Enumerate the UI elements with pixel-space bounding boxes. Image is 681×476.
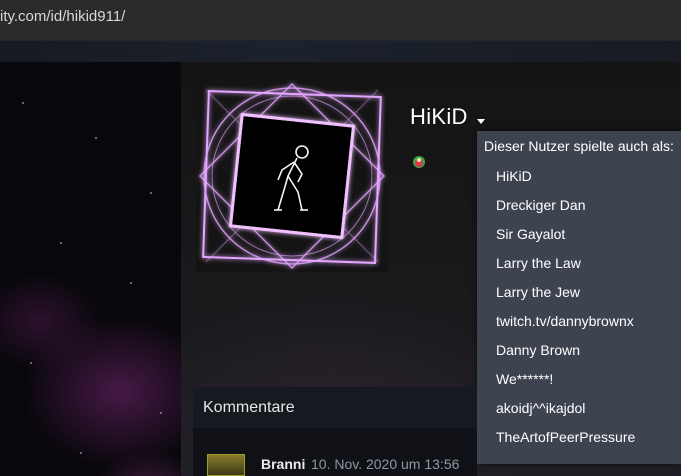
site-nav-strip: [0, 40, 681, 63]
comment-author-avatar[interactable]: [207, 454, 245, 476]
alias-item: Danny Brown: [496, 342, 581, 358]
alias-item: Larry the Jew: [496, 284, 581, 300]
alias-item: Larry the Law: [496, 255, 581, 271]
profile-background-left: [0, 62, 181, 476]
alias-item: Dreckiger Dan: [496, 197, 586, 213]
comment-timestamp: 10. Nov. 2020 um 13:56: [311, 456, 460, 472]
comments-title: Kommentare: [193, 387, 477, 428]
alias-item: TheArtofPeerPressure: [496, 429, 636, 445]
alias-item: twitch.tv/dannybrownx: [496, 313, 634, 329]
alias-item: akoidj^^ikajdol: [496, 400, 586, 416]
alias-item: HiKiD: [496, 168, 532, 184]
avatar-frame-image: [196, 80, 388, 272]
persona-name[interactable]: HiKiD: [410, 104, 468, 130]
alias-dropdown-caret-icon[interactable]: [477, 119, 485, 124]
alias-item: Sir Gayalot: [496, 226, 566, 242]
alias-history-dropdown: Dieser Nutzer spielte auch als: HiKiD Dr…: [477, 131, 681, 464]
comment-author-name[interactable]: Branni: [261, 456, 305, 472]
avatar[interactable]: [196, 80, 388, 272]
alias-item: We******!: [496, 371, 554, 387]
alias-dropdown-header: Dieser Nutzer spielte auch als:: [484, 138, 674, 154]
url-text: ity.com/id/hikid911/: [0, 8, 126, 25]
address-bar[interactable]: ity.com/id/hikid911/: [0, 0, 681, 34]
award-badge-icon[interactable]: [410, 153, 428, 171]
